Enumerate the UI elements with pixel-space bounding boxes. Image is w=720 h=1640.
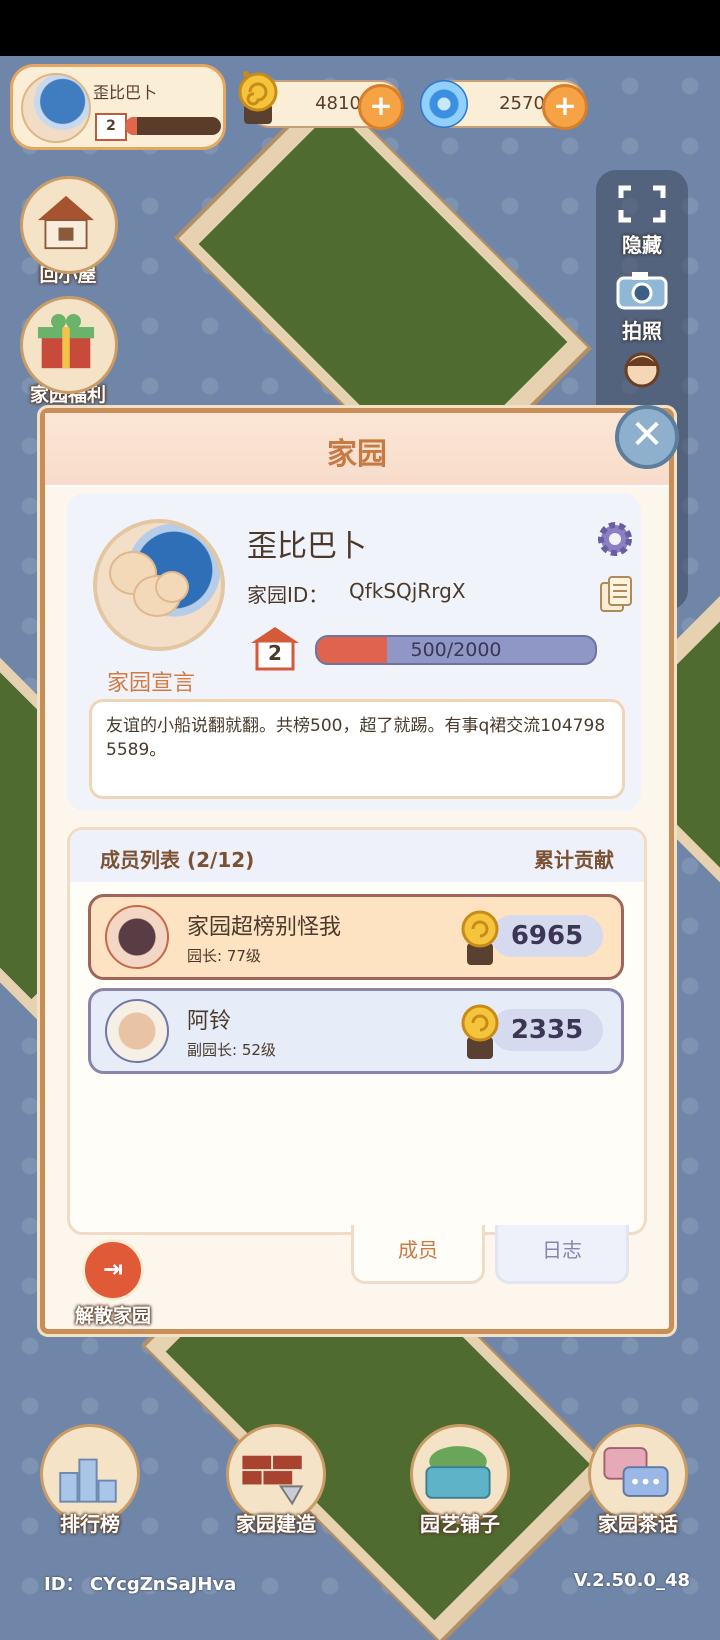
podium-icon xyxy=(59,1458,117,1503)
member-row[interactable]: 家园超榜别怪我 园长: 77级 6965 xyxy=(88,894,624,980)
home-id-value: QfkSQjRrgX xyxy=(349,579,466,603)
home-id-label: 家园ID： xyxy=(247,583,329,607)
member-name: 阿铃 xyxy=(187,1009,232,1034)
version-text: V.2.50.0_48 xyxy=(573,1570,690,1591)
home-name: 歪比巴卜 xyxy=(247,529,367,564)
shop-button[interactable]: 园艺铺子 xyxy=(400,1424,520,1537)
character-button[interactable] xyxy=(596,348,688,403)
member-score: 6965 xyxy=(510,921,584,951)
status-bar xyxy=(0,0,720,56)
swirl-gem-icon xyxy=(420,80,468,128)
home-level-badge: 2 xyxy=(95,113,127,141)
hide-ui-button[interactable]: 隐藏 xyxy=(596,184,688,258)
gem-counter: 2570 + xyxy=(420,80,588,130)
home-exp-text: 500/2000 xyxy=(410,639,502,661)
camera-icon xyxy=(616,272,668,310)
chat-label: 家园茶话 xyxy=(598,1512,678,1536)
cloud-shape xyxy=(155,571,189,603)
snail-coin-icon xyxy=(238,71,278,124)
shop-label: 园艺铺子 xyxy=(420,1512,500,1536)
declaration-label: 家园宣言 xyxy=(107,671,196,696)
chat-bubbles-icon xyxy=(603,1447,669,1497)
ranking-label: 排行榜 xyxy=(60,1512,120,1536)
player-avatar xyxy=(21,73,91,143)
home-level-number: 2 xyxy=(268,641,282,665)
home-modal: 家园 ✕ 歪比巴卜 家园ID： QfkSQjRrgX 2 500/2000 家园… xyxy=(40,405,679,1334)
gift-icon xyxy=(37,313,95,369)
home-info-card: 歪比巴卜 家园ID： QfkSQjRrgX 2 500/2000 家园宣言 友谊… xyxy=(67,493,641,811)
home-avatar xyxy=(93,519,225,651)
coin-counter: 4810 + xyxy=(238,71,404,130)
modal-title: 家园 xyxy=(327,437,387,472)
add-coins-button[interactable]: + xyxy=(358,84,404,130)
members-header: 成员列表 (2/12) 累计贡献 xyxy=(70,830,644,882)
gear-icon[interactable] xyxy=(595,519,635,559)
back-home-button[interactable]: 回小屋 xyxy=(20,176,118,287)
chat-button[interactable]: 家园茶话 xyxy=(578,1424,698,1537)
frame-corners-icon xyxy=(618,185,666,223)
exit-door-icon: ⇥ xyxy=(82,1239,144,1301)
player-profile-chip[interactable]: 歪比巴卜 2 xyxy=(10,64,226,150)
disband-label: 解散家园 xyxy=(74,1305,151,1327)
copy-icon[interactable] xyxy=(599,575,633,615)
member-row[interactable]: 阿铃 副园长: 52级 2335 xyxy=(88,988,624,1074)
home-level-icon: 2 xyxy=(249,625,301,671)
add-gems-button[interactable]: + xyxy=(542,84,588,130)
house-icon xyxy=(37,195,95,250)
tab-log[interactable]: 日志 xyxy=(495,1225,629,1284)
photo-button[interactable]: 拍照 xyxy=(596,268,688,344)
declaration-box[interactable]: 友谊的小船说翻就翻。共榜500，超了就踢。有事q裙交流1047985589。 xyxy=(89,699,625,799)
character-icon xyxy=(624,352,660,388)
member-role: 副园长: 52级 xyxy=(187,1041,276,1059)
ranking-button[interactable]: 排行榜 xyxy=(30,1424,150,1537)
player-name: 歪比巴卜 xyxy=(93,83,158,102)
member-name: 家园超榜别怪我 xyxy=(187,915,342,940)
members-card: 成员列表 (2/12) 累计贡献 家园超榜别怪我 园长: 77级 6965 阿铃… xyxy=(67,827,647,1235)
modal-header: 家园 xyxy=(45,413,669,487)
member-role: 园长: 77级 xyxy=(187,947,261,965)
level-progress-bar xyxy=(125,117,221,135)
member-avatar xyxy=(105,905,169,969)
close-button[interactable]: ✕ xyxy=(615,405,679,469)
planter-icon xyxy=(425,1446,491,1499)
home-exp-bar: 500/2000 xyxy=(315,635,597,665)
declaration-text: 友谊的小船说翻就翻。共榜500，超了就踢。有事q裙交流1047985589。 xyxy=(106,716,606,760)
player-id-text: ID： CYcgZnSaJHva xyxy=(44,1574,237,1595)
members-title: 成员列表 (2/12) xyxy=(100,848,255,872)
disband-button[interactable]: ⇥ 解散家园 xyxy=(63,1239,163,1328)
member-score: 2335 xyxy=(510,1015,584,1045)
welfare-button[interactable]: 家园福利 xyxy=(20,296,118,407)
build-button[interactable]: 家园建造 xyxy=(216,1424,336,1537)
photo-label: 拍照 xyxy=(622,319,662,343)
contribution-title: 累计贡献 xyxy=(534,848,614,872)
hide-label: 隐藏 xyxy=(622,233,662,257)
member-avatar xyxy=(105,999,169,1063)
bricks-trowel-icon xyxy=(242,1455,304,1506)
tab-members[interactable]: 成员 xyxy=(351,1225,485,1284)
build-label: 家园建造 xyxy=(236,1512,316,1536)
